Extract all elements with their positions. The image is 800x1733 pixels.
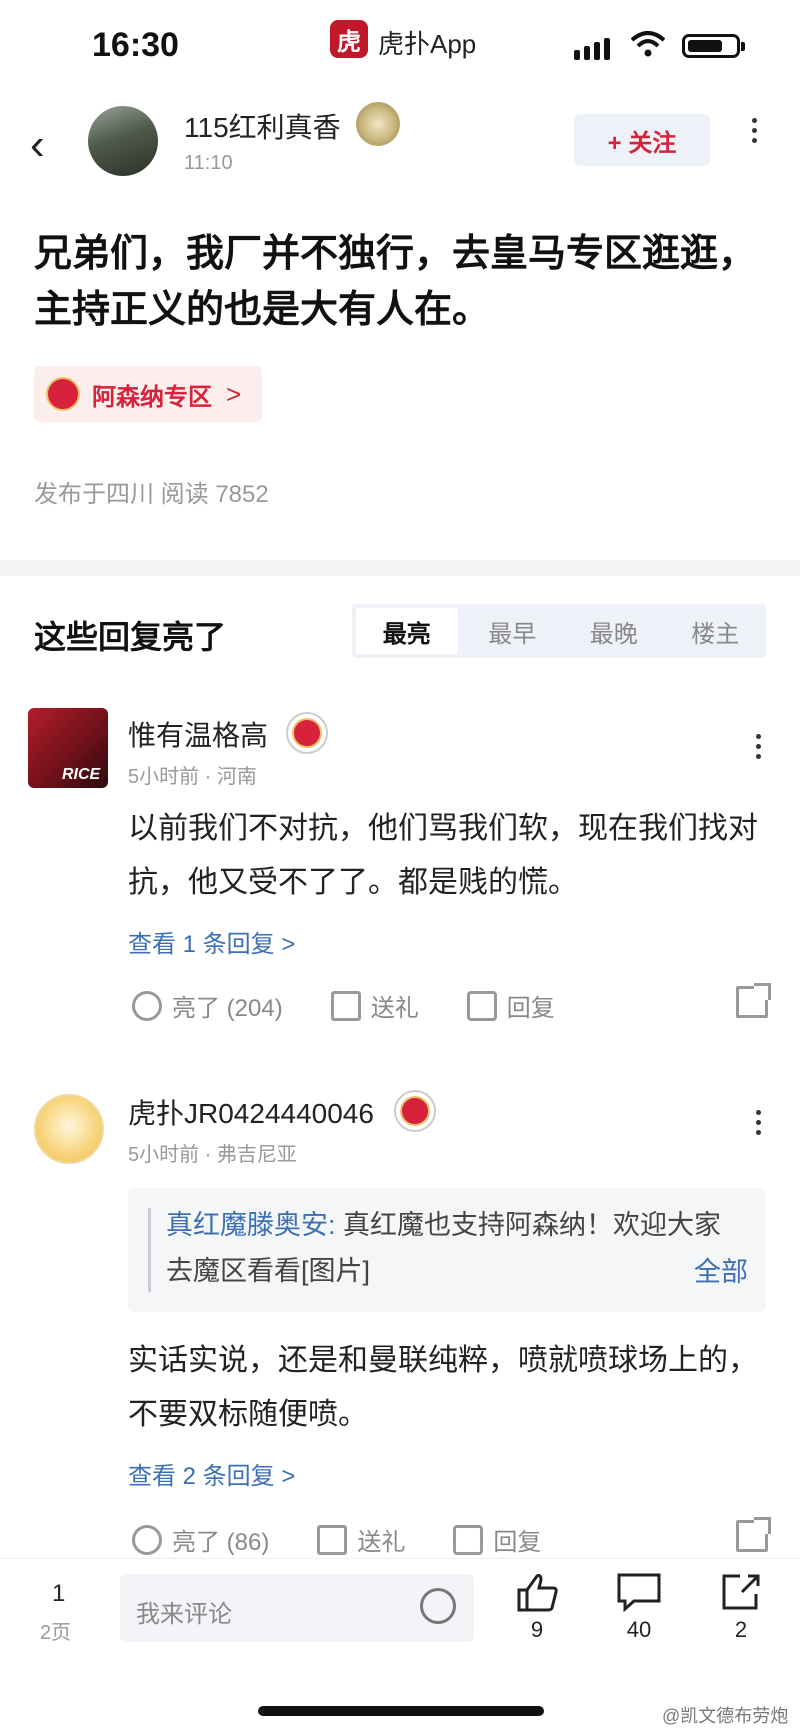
comment-text: 以前我们不对抗，他们骂我们软，现在我们找对抗，他又受不了了。都是贱的慌。	[128, 812, 758, 899]
like-button[interactable]: 亮了 (204)	[132, 988, 283, 1023]
status-time: 16:30	[92, 26, 179, 64]
quote-author[interactable]: 真红魔滕奥安:	[166, 1210, 336, 1240]
reply-label: 回复	[493, 1529, 542, 1556]
share-icon	[736, 983, 771, 1018]
quote-bar	[148, 1208, 151, 1292]
view-replies-link[interactable]: 查看 2 条回复 >	[128, 1456, 295, 1491]
like-count: 9	[530, 1617, 544, 1642]
arsenal-crest-icon	[46, 377, 80, 411]
wifi-icon	[630, 30, 666, 58]
like-count: 亮了 (204)	[172, 995, 283, 1022]
more-options-icon[interactable]	[752, 118, 757, 143]
sort-tabs: 最亮 最早 最晚 楼主	[352, 604, 766, 658]
cellular-signal-icon	[574, 38, 610, 60]
author-avatar[interactable]	[88, 106, 158, 176]
zone-label: 阿森纳专区	[92, 383, 212, 411]
comment-text: 实话实说，还是和曼联纯粹，喷就喷球场上的，不要双标随便喷。	[128, 1344, 758, 1431]
gift-icon	[317, 1524, 348, 1555]
expand-all-link[interactable]: 全部	[694, 1250, 748, 1289]
team-badge-icon	[356, 102, 400, 146]
comments-button[interactable]: 40	[612, 1572, 666, 1643]
arsenal-badge-icon	[286, 712, 328, 754]
watermark: @凯文德布劳炮	[662, 1706, 789, 1726]
comment-time-location: 5小时前 · 弗吉尼亚	[128, 1144, 297, 1166]
gift-label: 送礼	[370, 995, 419, 1022]
thumbs-up-icon	[517, 1574, 558, 1612]
share-post-button[interactable]: 2	[716, 1572, 766, 1643]
comment-more-icon[interactable]	[756, 1110, 761, 1135]
replies-title: 这些回复亮了	[34, 619, 227, 655]
comment-actions: 亮了 (204) 送礼 回复	[132, 983, 771, 1025]
emoji-icon[interactable]	[420, 1588, 456, 1624]
zone-tag-button[interactable]: 阿森纳专区 >	[34, 366, 262, 422]
gift-button[interactable]: 送礼	[330, 988, 419, 1023]
share-icon	[722, 1574, 760, 1610]
share-icon	[736, 1517, 771, 1552]
tab-earliest[interactable]: 最早	[462, 604, 564, 658]
comment-author-name[interactable]: 虎扑JR0424440046	[128, 1092, 374, 1132]
like-post-button[interactable]: 9	[512, 1572, 562, 1643]
comment-time-location: 5小时前 · 河南	[128, 766, 257, 788]
quoted-reply[interactable]: 真红魔滕奥安: 真红魔也支持阿森纳！欢迎大家去魔区看看[图片] 全部	[128, 1188, 766, 1312]
app-name: 虎扑App	[378, 29, 477, 59]
share-button[interactable]	[736, 1517, 771, 1559]
lightbulb-icon	[132, 990, 162, 1021]
comment-count: 40	[626, 1617, 652, 1642]
edit-icon	[453, 1524, 484, 1555]
reply-button[interactable]: 回复	[453, 1522, 541, 1557]
battery-icon	[682, 34, 745, 58]
tab-hottest[interactable]: 最亮	[356, 608, 458, 654]
reply-button[interactable]: 回复	[466, 988, 555, 1023]
comment-avatar[interactable]: RICE	[28, 708, 108, 788]
back-chevron-icon[interactable]: ‹	[30, 120, 45, 170]
gift-icon	[330, 990, 361, 1021]
post-meta: 发布于四川 阅读 7852	[34, 481, 269, 508]
comment-input[interactable]: 我来评论	[120, 1574, 474, 1642]
comment-bubble-icon	[617, 1573, 661, 1613]
tab-op-only[interactable]: 楼主	[665, 604, 767, 658]
page-total[interactable]: 2页	[40, 1616, 71, 1645]
gift-button[interactable]: 送礼	[317, 1522, 405, 1557]
share-button[interactable]	[736, 983, 771, 1025]
follow-button[interactable]: + 关注	[574, 114, 710, 166]
chevron-right-icon: >	[226, 378, 242, 409]
lightbulb-icon	[132, 1524, 162, 1555]
arsenal-badge-icon	[394, 1090, 436, 1132]
tab-latest[interactable]: 最晚	[563, 604, 665, 658]
like-count: 亮了 (86)	[172, 1529, 270, 1556]
section-divider	[0, 560, 800, 576]
quote-content: 真红魔滕奥安: 真红魔也支持阿森纳！欢迎大家去魔区看看[图片]	[166, 1202, 746, 1294]
reply-label: 回复	[506, 995, 555, 1022]
post-time: 11:10	[184, 152, 233, 174]
post-title: 兄弟们，我厂并不独行，去皇马专区逛逛，主持正义的也是大有人在。	[34, 233, 757, 331]
comment-author-name[interactable]: 惟有温格高	[128, 714, 268, 754]
share-count: 2	[734, 1617, 748, 1642]
avatar-text: RICE	[62, 766, 101, 783]
comment-more-icon[interactable]	[756, 734, 761, 759]
home-indicator[interactable]	[258, 1706, 544, 1716]
view-replies-link[interactable]: 查看 1 条回复 >	[128, 924, 295, 959]
hupu-logo-icon: 虎	[330, 20, 368, 58]
comment-placeholder: 我来评论	[136, 1601, 232, 1628]
like-button[interactable]: 亮了 (86)	[132, 1522, 269, 1557]
gift-label: 送礼	[357, 1529, 406, 1556]
edit-icon	[466, 990, 497, 1021]
comment-actions: 亮了 (86) 送礼 回复	[132, 1517, 771, 1559]
page-current[interactable]: 1	[52, 1580, 65, 1608]
comment-avatar[interactable]	[34, 1094, 104, 1164]
author-name[interactable]: 115红利真香	[184, 106, 341, 146]
